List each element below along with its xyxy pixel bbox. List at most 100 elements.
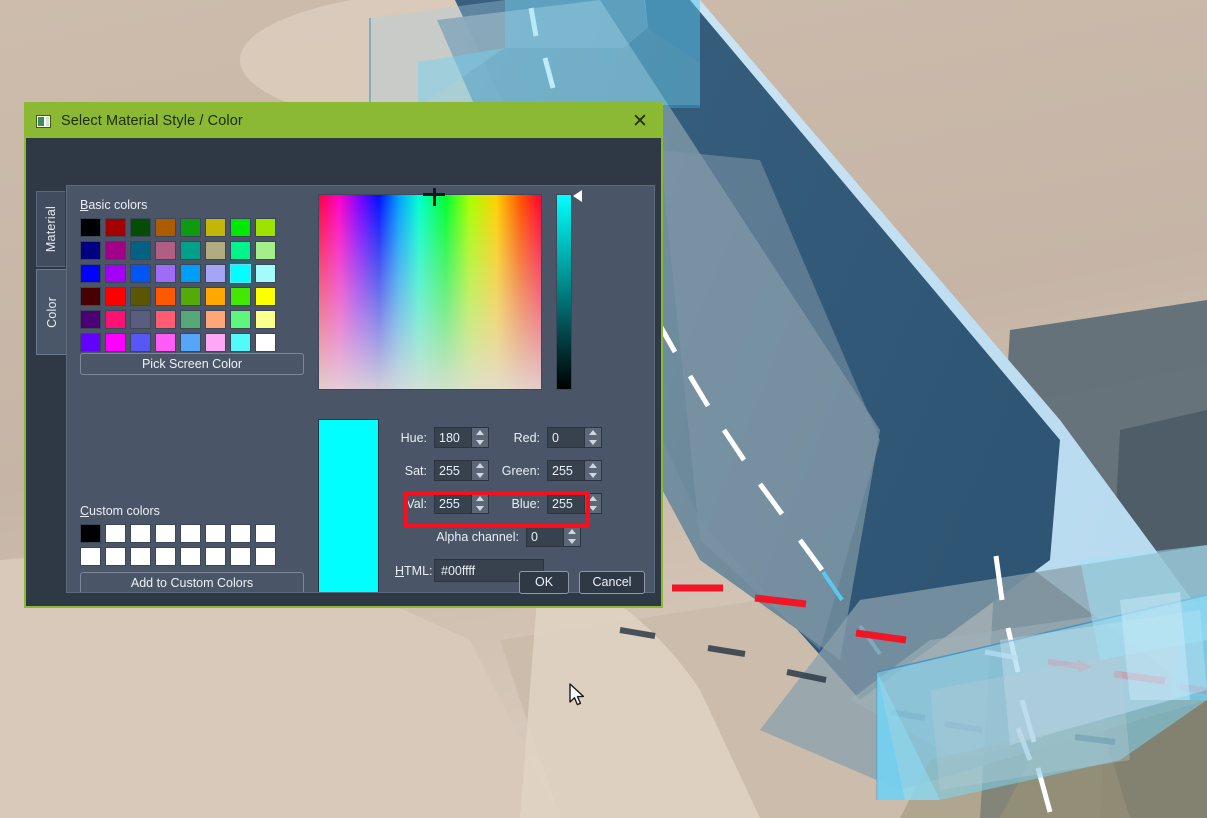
basic-color-swatch[interactable] [105,241,126,260]
green-stepper[interactable] [584,461,601,480]
basic-color-swatch[interactable] [155,287,176,306]
basic-color-swatch[interactable] [255,218,276,237]
basic-color-swatch[interactable] [130,333,151,352]
sat-input[interactable] [435,461,471,480]
basic-color-swatch[interactable] [205,218,226,237]
custom-color-swatch[interactable] [230,524,251,543]
basic-color-swatch[interactable] [255,333,276,352]
close-icon[interactable]: ✕ [625,107,655,135]
hue-input[interactable] [435,428,471,447]
blue-input[interactable] [548,494,584,513]
cancel-button-label: Cancel [592,575,632,589]
val-label: Val: [406,496,427,511]
ok-button-label: OK [534,575,554,589]
basic-color-swatch[interactable] [130,287,151,306]
basic-color-swatch[interactable] [205,264,226,283]
basic-color-swatch[interactable] [230,241,251,260]
custom-color-swatch[interactable] [155,524,176,543]
val-input[interactable] [435,494,471,513]
material-preview-icon [36,114,51,128]
basic-color-swatch[interactable] [228,262,253,285]
custom-color-swatch[interactable] [80,524,101,543]
alpha-channel-spinbox[interactable] [526,526,581,547]
basic-color-swatch[interactable] [130,218,151,237]
red-field-row: Red: [494,427,602,448]
dialog-titlebar[interactable]: Select Material Style / Color ✕ [26,104,661,138]
basic-color-swatch[interactable] [205,287,226,306]
red-stepper[interactable] [584,428,601,447]
custom-color-swatch[interactable] [255,524,276,543]
custom-color-swatch[interactable] [180,524,201,543]
basic-color-swatch[interactable] [180,264,201,283]
basic-color-swatch[interactable] [255,287,276,306]
green-input[interactable] [548,461,584,480]
basic-color-swatch[interactable] [255,241,276,260]
custom-color-swatch[interactable] [105,524,126,543]
basic-colors-grid[interactable] [80,218,276,352]
saturation-value-picker[interactable] [318,188,542,390]
val-stepper[interactable] [471,494,488,513]
basic-color-swatch[interactable] [230,218,251,237]
basic-color-swatch[interactable] [155,333,176,352]
basic-color-swatch[interactable] [80,264,101,283]
basic-color-swatch[interactable] [80,287,101,306]
basic-color-swatch[interactable] [205,241,226,260]
basic-color-swatch[interactable] [180,287,201,306]
sat-spinbox[interactable] [434,460,489,481]
hue-stepper[interactable] [471,428,488,447]
basic-color-swatch[interactable] [130,310,151,329]
tab-material-label: Material [44,205,58,253]
basic-color-swatch[interactable] [105,264,126,283]
alpha-channel-label: Alpha channel: [436,529,519,544]
red-input[interactable] [548,428,584,447]
basic-color-swatch[interactable] [205,333,226,352]
basic-colors-label-text: asic colors [88,198,148,212]
green-spinbox[interactable] [547,460,602,481]
sat-stepper[interactable] [471,461,488,480]
basic-color-swatch[interactable] [80,333,101,352]
pick-screen-color-button[interactable]: Pick Screen Color [80,353,304,375]
val-field-row: Val: [395,493,489,514]
basic-color-swatch[interactable] [155,218,176,237]
custom-color-swatch[interactable] [130,524,151,543]
ok-button[interactable]: OK [519,570,569,594]
basic-color-swatch[interactable] [180,333,201,352]
basic-color-swatch[interactable] [180,218,201,237]
basic-color-swatch[interactable] [255,264,276,283]
value-slider[interactable] [556,194,572,390]
basic-color-swatch[interactable] [105,310,126,329]
dialog-title: Select Material Style / Color [61,113,243,129]
basic-color-swatch[interactable] [105,287,126,306]
basic-color-swatch[interactable] [255,310,276,329]
basic-color-swatch[interactable] [80,218,101,237]
basic-color-swatch[interactable] [230,310,251,329]
tab-material[interactable]: Material [36,191,65,267]
value-slider-handle[interactable] [573,190,582,202]
hue-label: Hue: [400,430,427,445]
red-spinbox[interactable] [547,427,602,448]
alpha-channel-input[interactable] [527,527,563,546]
cancel-button[interactable]: Cancel [579,570,645,594]
blue-spinbox[interactable] [547,493,602,514]
val-spinbox[interactable] [434,493,489,514]
basic-color-swatch[interactable] [230,333,251,352]
basic-color-swatch[interactable] [205,310,226,329]
basic-color-swatch[interactable] [105,218,126,237]
basic-color-swatch[interactable] [80,310,101,329]
basic-color-swatch[interactable] [155,310,176,329]
basic-color-swatch[interactable] [180,310,201,329]
alpha-channel-stepper[interactable] [563,527,580,546]
blue-label: Blue: [511,496,541,511]
hue-spinbox[interactable] [434,427,489,448]
blue-stepper[interactable] [584,494,601,513]
tab-color[interactable]: Color [36,269,67,355]
basic-color-swatch[interactable] [230,287,251,306]
basic-color-swatch[interactable] [155,264,176,283]
basic-color-swatch[interactable] [155,241,176,260]
basic-color-swatch[interactable] [130,241,151,260]
custom-color-swatch[interactable] [205,524,226,543]
basic-color-swatch[interactable] [80,241,101,260]
basic-color-swatch[interactable] [180,241,201,260]
basic-color-swatch[interactable] [105,333,126,352]
basic-color-swatch[interactable] [130,264,151,283]
